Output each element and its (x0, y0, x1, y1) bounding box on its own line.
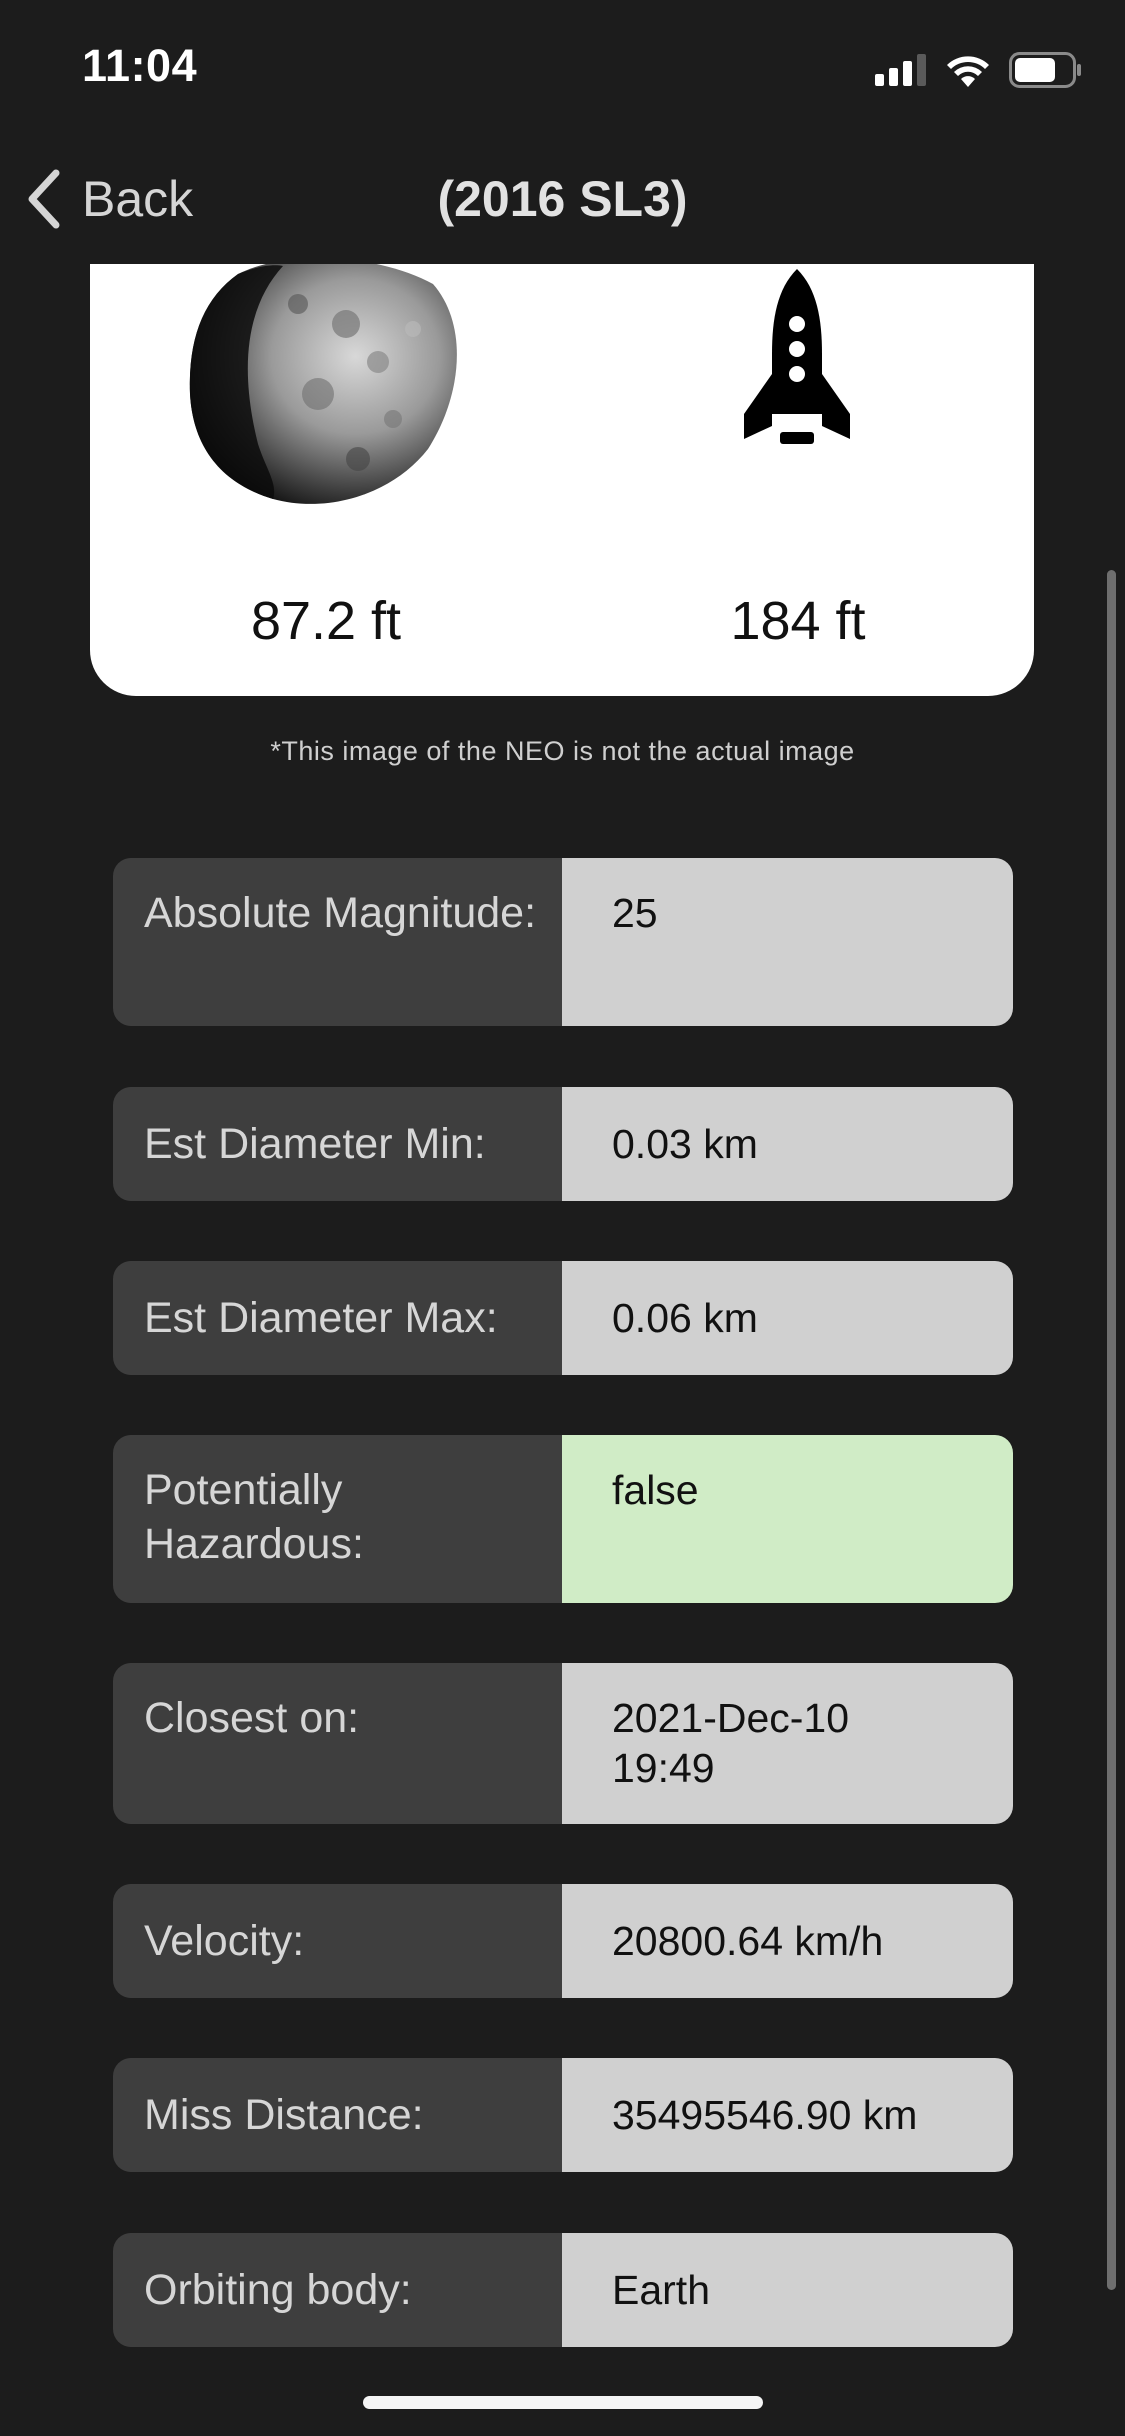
row-label: Orbiting body: (113, 2233, 562, 2347)
row-potentially-hazardous: Potentially Hazardous: false (113, 1435, 1013, 1603)
row-value: 20800.64 km/h (562, 1884, 1013, 1998)
neo-size-value: 87.2 ft (250, 591, 402, 651)
row-est-diameter-min: Est Diameter Min: 0.03 km (113, 1087, 1013, 1201)
row-label: Est Diameter Max: (113, 1261, 562, 1375)
cellular-signal-icon (875, 54, 926, 86)
row-value: 25 (562, 858, 1013, 1026)
size-comparison-card: 87.2 ft 184 ft (90, 264, 1034, 696)
page-title: (2016 SL3) (437, 171, 688, 227)
row-orbiting-body: Orbiting body: Earth (113, 2233, 1013, 2347)
navigation-bar: Back (2016 SL3) (0, 150, 1125, 250)
reference-size-value: 184 ft (730, 591, 866, 651)
wifi-icon (947, 56, 989, 87)
row-label: Miss Distance: (113, 2058, 562, 2172)
row-closest-on: Closest on: 2021-Dec-10 19:49 (113, 1663, 1013, 1824)
rocket-icon (744, 269, 850, 444)
row-miss-distance: Miss Distance: 35495546.90 km (113, 2058, 1013, 2172)
row-value: 2021-Dec-10 19:49 (562, 1663, 1013, 1824)
status-icons (875, 50, 1083, 90)
row-label: Closest on: (113, 1663, 562, 1824)
row-est-diameter-max: Est Diameter Max: 0.06 km (113, 1261, 1013, 1375)
hazard-status-value: false (562, 1435, 1013, 1603)
vertical-scrollbar[interactable] (1107, 570, 1116, 2290)
asteroid-image (189, 264, 457, 504)
row-value: 35495546.90 km (562, 2058, 1013, 2172)
status-bar: 11:04 (0, 0, 1125, 135)
row-absolute-magnitude: Absolute Magnitude: 25 (113, 858, 1013, 1026)
neo-size-column: 87.2 ft (90, 264, 562, 696)
image-disclaimer: *This image of the NEO is not the actual… (270, 736, 855, 766)
row-value: 0.03 km (562, 1087, 1013, 1201)
battery-icon (1009, 52, 1081, 88)
home-indicator[interactable] (363, 2396, 763, 2409)
row-value: 0.06 km (562, 1261, 1013, 1375)
row-velocity: Velocity: 20800.64 km/h (113, 1884, 1013, 1998)
row-label: Absolute Magnitude: (113, 858, 562, 1026)
row-label: Potentially Hazardous: (113, 1435, 562, 1603)
row-label: Est Diameter Min: (113, 1087, 562, 1201)
row-label: Velocity: (113, 1884, 562, 1998)
status-time: 11:04 (82, 40, 198, 91)
reference-size-column: 184 ft (562, 264, 1034, 696)
row-value: Earth (562, 2233, 1013, 2347)
